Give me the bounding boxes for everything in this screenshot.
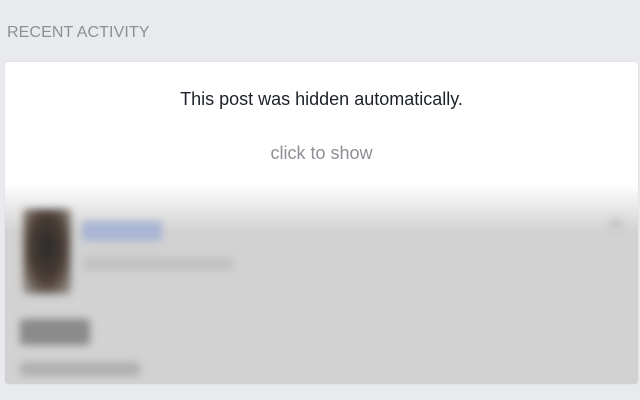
- post-author-name: [82, 221, 162, 241]
- blurred-post-preview: [5, 184, 638, 384]
- avatar: [23, 209, 71, 294]
- post-body-text: [20, 319, 90, 345]
- hidden-post-message: This post was hidden automatically.: [180, 89, 463, 109]
- hidden-post-card: This post was hidden automatically. clic…: [5, 62, 638, 384]
- post-timestamp: [83, 257, 233, 271]
- post-footer-text: [20, 362, 140, 376]
- blurred-post-content: [5, 184, 638, 384]
- section-title: RECENT ACTIVITY: [7, 24, 150, 41]
- chevron-down-icon: [609, 219, 623, 229]
- click-to-show-link[interactable]: click to show: [5, 143, 638, 164]
